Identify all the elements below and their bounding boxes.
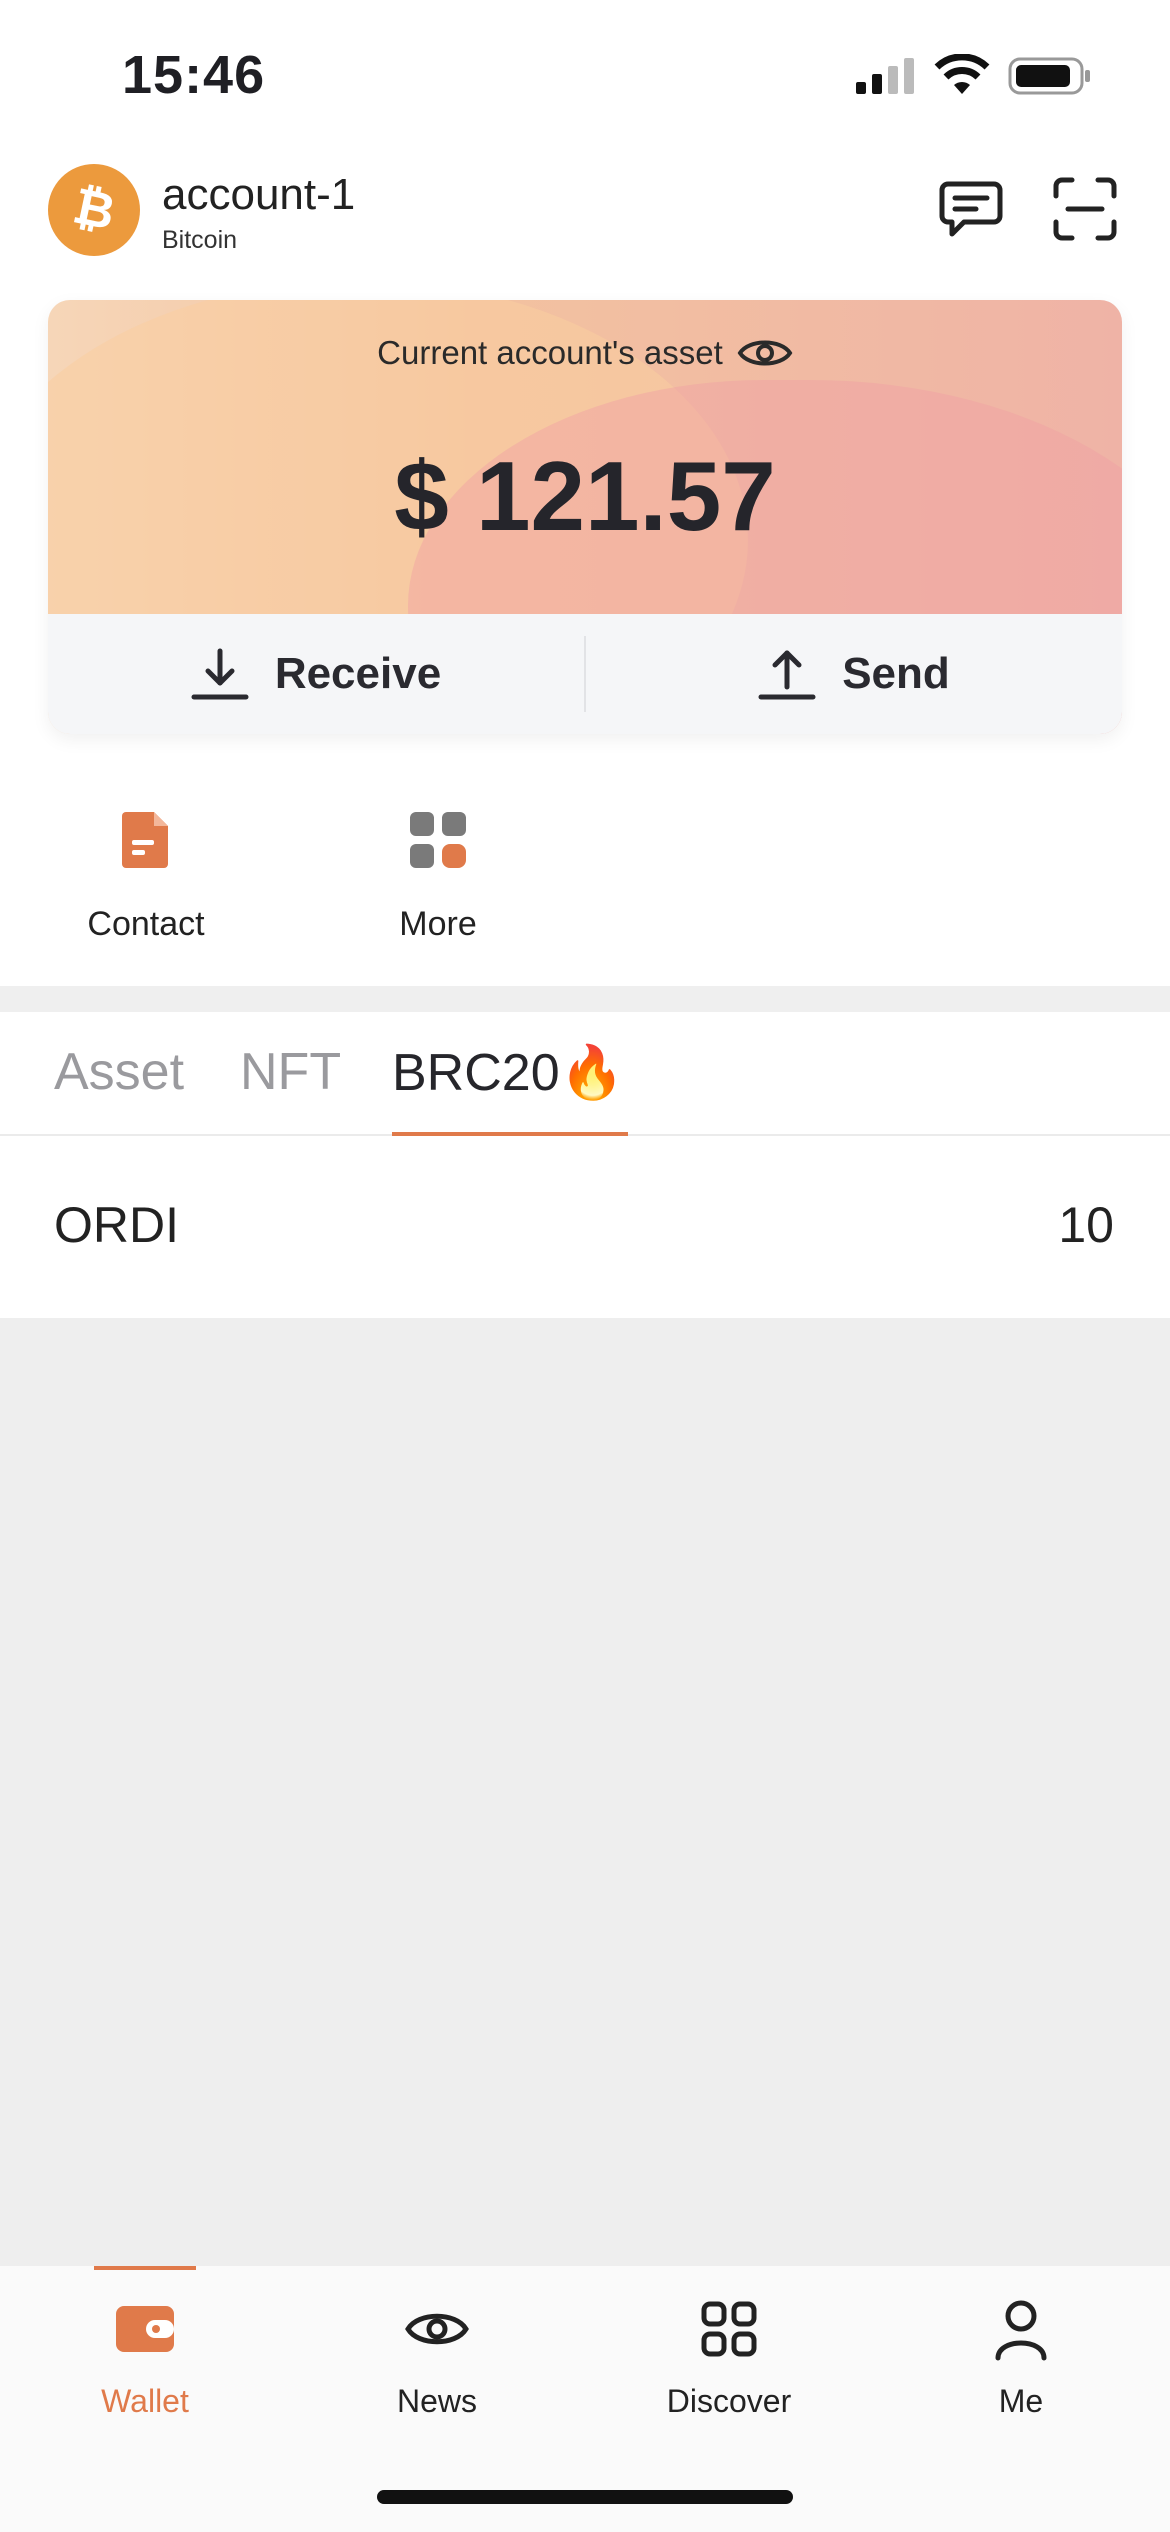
asset-label: Current account's asset — [377, 334, 723, 371]
asset-tabs: Asset NFT BRC20🔥 — [0, 1012, 1170, 1136]
contact-shortcut[interactable]: Contact — [46, 790, 246, 944]
svg-text:₿: ₿ — [68, 180, 120, 240]
token-amount: 10 — [1058, 1197, 1114, 1253]
wallet-label: Wallet — [101, 2383, 189, 2419]
discover-label: Discover — [666, 2383, 792, 2419]
more-label: More — [399, 905, 477, 943]
battery-icon — [1008, 57, 1090, 95]
contact-label: Contact — [87, 905, 205, 943]
tab-brc20[interactable]: BRC20🔥 — [392, 1042, 624, 1103]
empty-list-area — [0, 1318, 1170, 2266]
shortcuts: Contact More — [0, 790, 1170, 970]
download-icon — [191, 648, 249, 700]
tab-wallet[interactable]: Wallet — [45, 2296, 245, 2420]
message-icon[interactable] — [938, 176, 1004, 242]
tab-me[interactable]: Me — [921, 2296, 1121, 2420]
tab-asset[interactable]: Asset — [54, 1042, 184, 1102]
person-icon — [995, 2300, 1047, 2361]
token-name: ORDI — [54, 1197, 179, 1253]
news-label: News — [396, 2383, 477, 2419]
receive-button[interactable]: Receive — [48, 614, 584, 734]
news-eye-icon — [405, 2313, 469, 2345]
tab-nft[interactable]: NFT — [240, 1042, 341, 1102]
home-indicator[interactable] — [377, 2490, 793, 2504]
send-button[interactable]: Send — [586, 614, 1122, 734]
contact-document-icon — [122, 812, 168, 868]
action-bar: Receive Send — [48, 614, 1122, 734]
more-shortcut[interactable]: More — [338, 790, 538, 944]
bottom-tab-bar: Wallet News Discover Me — [0, 2266, 1170, 2532]
scan-icon[interactable] — [1052, 176, 1118, 242]
asset-value: $ 121.57 — [394, 441, 776, 551]
cellular-signal-icon — [856, 58, 914, 94]
discover-grid-icon — [701, 2301, 757, 2357]
me-label: Me — [998, 2383, 1044, 2419]
bitcoin-icon[interactable]: ₿ — [48, 164, 140, 256]
upload-icon — [758, 650, 816, 700]
tab-discover[interactable]: Discover — [629, 2296, 829, 2420]
account-header: ₿ account-1 Bitcoin — [0, 150, 1170, 290]
chain-name: Bitcoin — [162, 226, 238, 254]
asset-label-row: Current account's asset — [48, 334, 1122, 372]
token-row[interactable]: ORDI 10 — [0, 1136, 1170, 1318]
section-separator — [0, 986, 1170, 1012]
more-grid-icon — [410, 812, 466, 868]
asset-card: Current account's asset $ 121.57 Receive… — [48, 300, 1122, 734]
wallet-icon — [116, 2306, 174, 2352]
send-label: Send — [842, 649, 950, 698]
status-time: 15:46 — [122, 45, 266, 105]
tab-news[interactable]: News — [337, 2296, 537, 2420]
wifi-icon — [934, 54, 990, 94]
active-tab-line — [94, 2266, 196, 2270]
status-bar: 15:46 — [0, 0, 1170, 150]
account-name[interactable]: account-1 — [162, 170, 355, 220]
eye-icon[interactable] — [737, 335, 793, 371]
receive-label: Receive — [274, 649, 442, 698]
